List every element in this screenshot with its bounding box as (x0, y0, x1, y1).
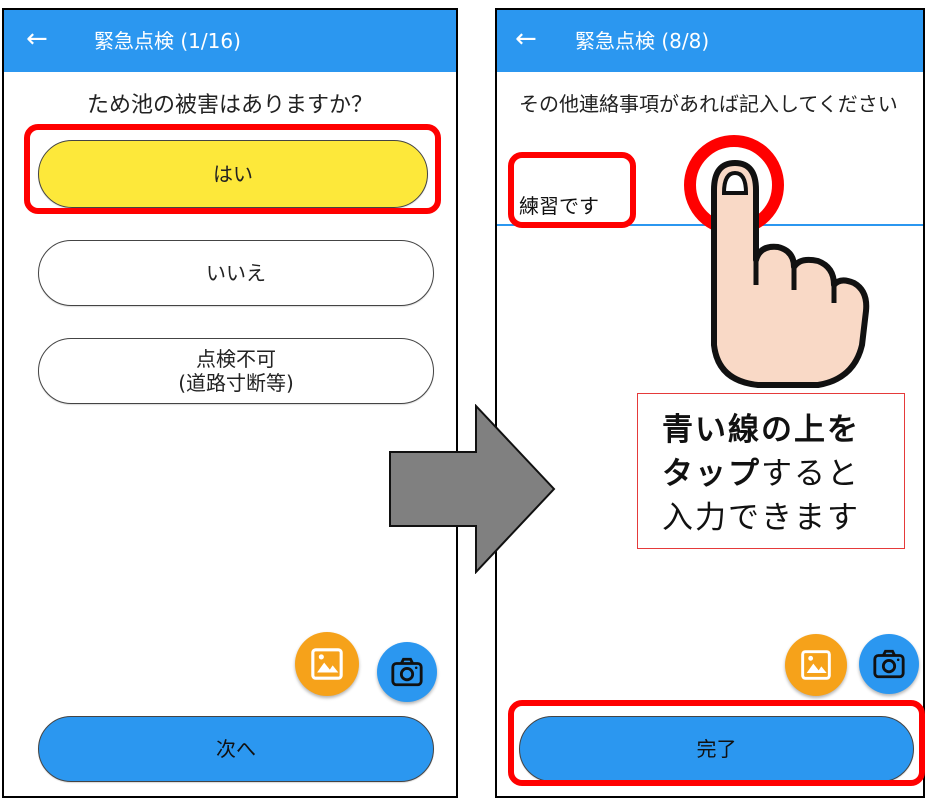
question-text: ため池の被害はありますか？ (86, 93, 373, 118)
callout-bold1: 青い線の上を (662, 412, 860, 448)
page-title: 緊急点検 (8/8) (575, 29, 710, 53)
next-button[interactable]: 次へ (38, 716, 434, 782)
right-arrow-icon (389, 404, 556, 574)
callout-line2: タップすると (662, 452, 904, 496)
callout-normal2: すると (761, 456, 860, 492)
image-icon (311, 648, 343, 680)
highlight-yes (24, 124, 441, 214)
next-label: 次へ (216, 737, 256, 761)
callout-line3: 入力できます (662, 500, 860, 536)
app-bar: ← 緊急点検 (1/16) (4, 10, 456, 72)
option-label: いいえ (206, 261, 266, 285)
camera-button[interactable] (377, 642, 437, 702)
highlight-input (508, 152, 636, 228)
image-icon (801, 650, 831, 680)
pointing-hand-icon (684, 135, 870, 388)
page-title: 緊急点検 (1/16) (94, 29, 241, 53)
option-label-line1: 点検不可 (196, 347, 276, 371)
instruction-callout: 青い線の上を タップすると 入力できます (637, 393, 905, 549)
camera-icon (873, 649, 905, 679)
gallery-button[interactable] (785, 634, 847, 696)
callout-bold2: タップ (662, 456, 761, 492)
highlight-finish (508, 700, 925, 786)
camera-button[interactable] (859, 634, 919, 694)
app-bar: ← 緊急点検 (8/8) (497, 10, 923, 72)
option-unavailable-button[interactable]: 点検不可 (道路寸断等) (38, 338, 434, 404)
back-arrow-icon[interactable]: ← (26, 24, 48, 54)
camera-icon (391, 657, 423, 687)
gallery-button[interactable] (295, 632, 359, 696)
option-label-line2: (道路寸断等) (178, 371, 294, 395)
back-arrow-icon[interactable]: ← (515, 24, 537, 54)
prompt-text: その他連絡事項があれば記入してください (519, 92, 898, 116)
callout-line1: 青い線の上を (662, 408, 904, 452)
option-no-button[interactable]: いいえ (38, 240, 434, 306)
